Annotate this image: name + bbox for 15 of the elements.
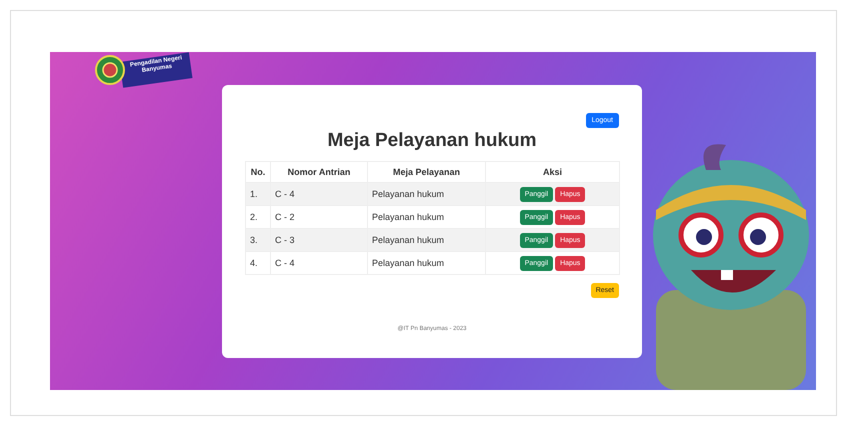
table-cell: C - 4 xyxy=(270,252,368,274)
table-cell: C - 3 xyxy=(270,228,368,252)
table-cell: 3. xyxy=(246,228,270,252)
emblem-icon xyxy=(95,55,125,85)
table-cell: Pelayanan hukum xyxy=(368,182,486,206)
column-header: No. xyxy=(246,162,270,182)
table-cell: 1. xyxy=(246,182,270,206)
table-cell: 4. xyxy=(246,252,270,274)
column-header: Aksi xyxy=(486,162,620,182)
table-cell: Pelayanan hukum xyxy=(368,252,486,274)
table-cell: C - 4 xyxy=(270,182,368,206)
column-header: Meja Pelayanan xyxy=(368,162,486,182)
table-cell: Pelayanan hukum xyxy=(368,228,486,252)
column-header: Nomor Antrian xyxy=(270,162,368,182)
page-title: Meja Pelayanan hukum xyxy=(326,130,538,152)
